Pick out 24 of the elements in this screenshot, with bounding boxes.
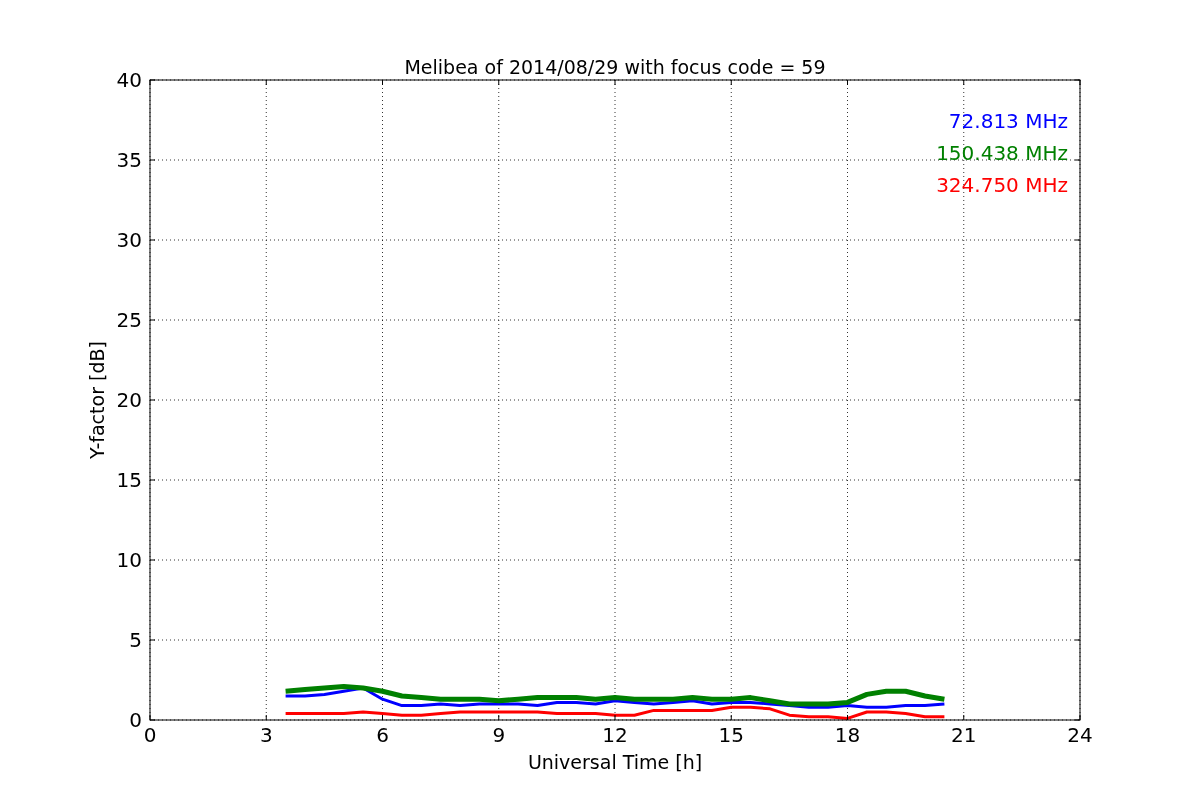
y-axis-label: Y-factor [dB] (86, 341, 108, 459)
y-tick-label: 15 (116, 468, 142, 492)
x-tick-label: 18 (834, 723, 861, 747)
y-tick-label: 5 (129, 628, 142, 652)
y-tick-label: 0 (129, 708, 142, 732)
y-tick-label: 40 (116, 68, 142, 92)
legend-label: 72.813 MHz (948, 109, 1068, 133)
y-tick-label: 25 (116, 308, 142, 332)
x-axis-label: Universal Time [h] (527, 751, 703, 773)
legend-label: 150.438 MHz (936, 141, 1068, 165)
y-tick-label: 20 (116, 388, 142, 412)
x-tick-label: 6 (376, 723, 389, 747)
y-tick-label: 30 (116, 228, 142, 252)
x-tick-label: 15 (718, 723, 744, 747)
x-tick-label: 3 (259, 723, 273, 747)
y-tick-label: 10 (116, 548, 142, 572)
x-tick-label: 24 (1067, 723, 1093, 747)
x-tick-label: 12 (602, 723, 628, 747)
legend-label: 324.750 MHz (936, 173, 1068, 197)
x-tick-label: 9 (492, 723, 506, 747)
y-tick-label: 35 (116, 148, 142, 172)
chart-title: Melibea of 2014/08/29 with focus code = 59 (404, 56, 826, 78)
x-tick-label: 21 (951, 723, 977, 747)
x-tick-label: 0 (143, 723, 157, 747)
